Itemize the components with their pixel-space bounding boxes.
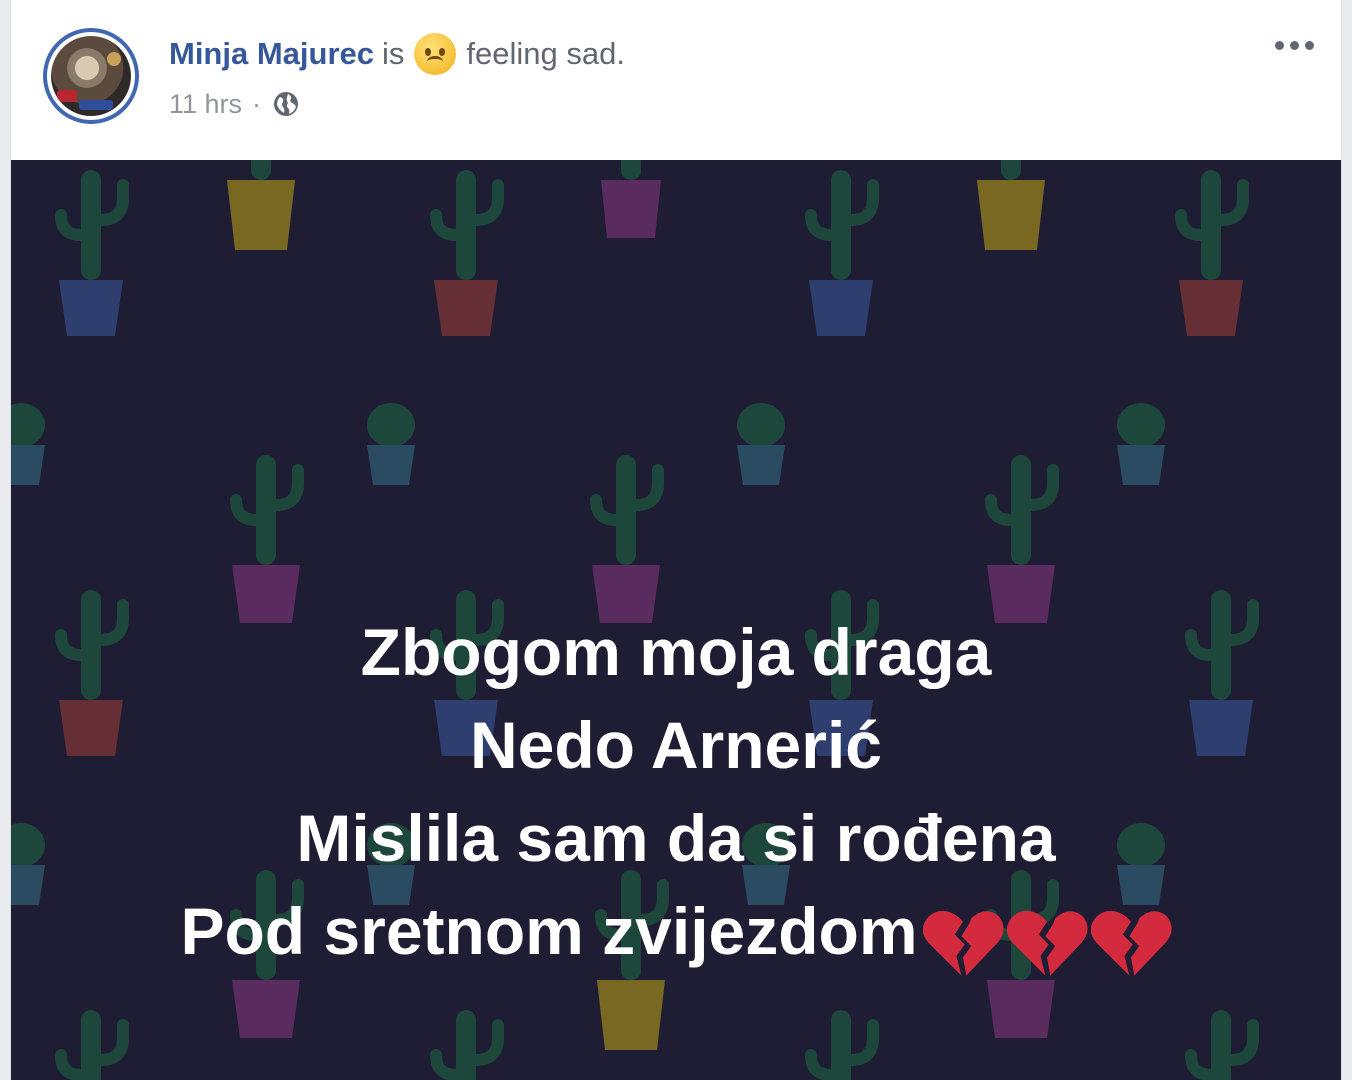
facebook-post: Minja Majurec is feeling sad. 11 hrs · Z…	[10, 0, 1342, 1080]
broken-heart-icon	[1006, 910, 1088, 976]
more-dot-icon	[1289, 40, 1299, 50]
caption-line-3: Mislila sam da si rođena	[296, 801, 1056, 875]
more-dot-icon	[1274, 40, 1284, 50]
feeling-text[interactable]: feeling sad.	[466, 36, 625, 72]
sad-face-icon	[414, 33, 457, 75]
post-title-line: Minja Majurec is feeling sad.	[169, 33, 625, 75]
author-name-link[interactable]: Minja Majurec	[169, 36, 374, 72]
more-options-button[interactable]	[1269, 30, 1319, 60]
broken-heart-icon	[922, 910, 1004, 976]
post-meta: 11 hrs ·	[169, 86, 301, 122]
caption-line-4-text: Pod sretnom zvijezdom	[180, 894, 918, 968]
image-caption-text: Zbogom moja draga Nedo Arnerić Mislila s…	[11, 606, 1341, 983]
caption-line-2: Nedo Arnerić	[470, 708, 882, 782]
is-text: is	[382, 36, 405, 71]
broken-hearts-group	[920, 890, 1172, 983]
avatar-image	[51, 36, 131, 116]
caption-line-4: Pod sretnom zvijezdom	[11, 885, 1341, 983]
author-avatar[interactable]	[43, 28, 139, 124]
globe-icon[interactable]	[271, 89, 301, 119]
post-image[interactable]: Zbogom moja draga Nedo Arnerić Mislila s…	[11, 160, 1341, 1080]
broken-heart-icon	[1090, 910, 1172, 976]
timestamp-link[interactable]: 11 hrs	[169, 89, 242, 120]
meta-separator: ·	[252, 88, 262, 119]
post-header: Minja Majurec is feeling sad. 11 hrs ·	[11, 0, 1341, 160]
more-dot-icon	[1304, 40, 1314, 50]
caption-line-1: Zbogom moja draga	[360, 615, 992, 689]
